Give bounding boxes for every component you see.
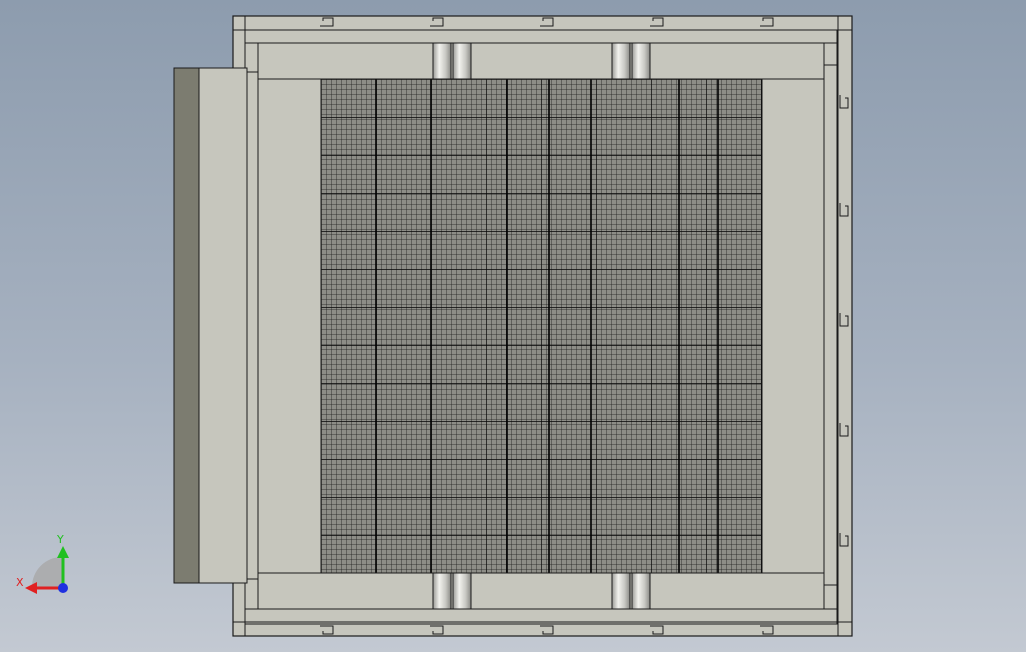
side-housing-block[interactable] bbox=[173, 67, 259, 584]
coordinate-triad: Y X bbox=[16, 533, 69, 594]
graphics-viewport[interactable]: Y X bbox=[0, 0, 1026, 652]
triad-y-label: Y bbox=[56, 533, 64, 546]
filter-mesh[interactable] bbox=[320, 78, 763, 574]
triad-x-label: X bbox=[16, 576, 24, 589]
